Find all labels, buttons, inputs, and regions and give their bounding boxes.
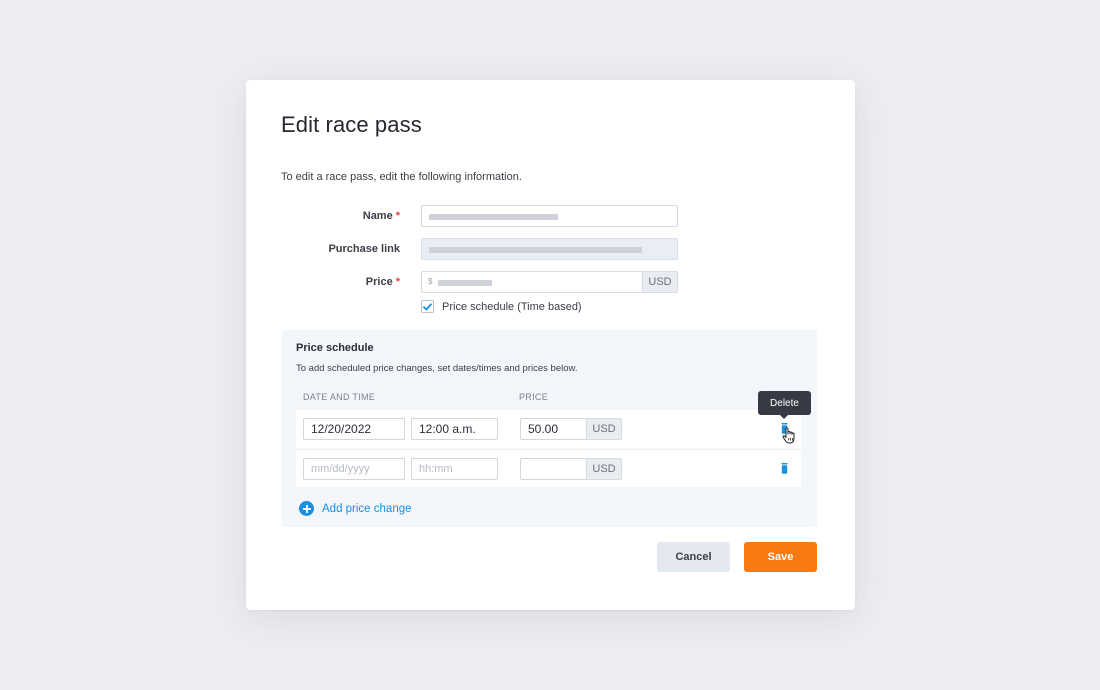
plus-circle-icon bbox=[299, 501, 314, 516]
dialog-intro: To edit a race pass, edit the following … bbox=[281, 171, 522, 183]
dialog-title: Edit race pass bbox=[281, 112, 422, 137]
currency-addon: USD bbox=[586, 418, 622, 440]
add-price-change-button[interactable]: Add price change bbox=[299, 501, 412, 516]
add-price-change-label: Add price change bbox=[322, 502, 412, 515]
trash-icon[interactable] bbox=[781, 463, 788, 474]
hand-cursor-icon bbox=[782, 427, 795, 444]
required-mark: * bbox=[395, 276, 400, 288]
purchase-link-input[interactable] bbox=[421, 238, 678, 260]
time-input[interactable]: hh:mm bbox=[411, 458, 498, 480]
edit-race-pass-dialog: Edit race pass To edit a race pass, edit… bbox=[246, 80, 855, 610]
price-input[interactable]: 50.00 USD bbox=[520, 418, 622, 440]
currency-addon: USD bbox=[586, 458, 622, 480]
currency-addon: USD bbox=[642, 271, 678, 293]
redacted-value bbox=[429, 247, 642, 253]
price-input[interactable]: $ USD bbox=[421, 271, 678, 293]
column-header-price: PRICE bbox=[519, 392, 549, 402]
price-input[interactable]: USD bbox=[520, 458, 622, 480]
redacted-value bbox=[438, 280, 492, 286]
schedule-description: To add scheduled price changes, set date… bbox=[296, 363, 578, 374]
schedule-row: 12/20/2022 12:00 a.m. 50.00 USD bbox=[296, 410, 801, 448]
schedule-title: Price schedule bbox=[296, 342, 374, 354]
checkmark-icon bbox=[423, 302, 432, 310]
schedule-row: mm/dd/yyyy hh:mm USD bbox=[296, 449, 801, 487]
delete-tooltip: Delete bbox=[758, 391, 811, 419]
currency-symbol: $ bbox=[428, 277, 433, 286]
save-button[interactable]: Save bbox=[744, 542, 817, 572]
cancel-button[interactable]: Cancel bbox=[657, 542, 730, 572]
checkbox[interactable] bbox=[421, 300, 434, 313]
price-schedule-panel: Price schedule To add scheduled price ch… bbox=[282, 330, 817, 527]
redacted-value bbox=[429, 214, 558, 220]
purchase-link-label: Purchase link bbox=[328, 243, 400, 255]
price-label: Price * bbox=[365, 276, 400, 288]
checkbox-label: Price schedule (Time based) bbox=[442, 300, 582, 313]
date-input[interactable]: 12/20/2022 bbox=[303, 418, 405, 440]
column-header-date-time: DATE AND TIME bbox=[303, 392, 376, 402]
price-schedule-toggle[interactable]: Price schedule (Time based) bbox=[421, 300, 582, 313]
name-label: Name * bbox=[362, 210, 400, 222]
time-input[interactable]: 12:00 a.m. bbox=[411, 418, 498, 440]
required-mark: * bbox=[395, 210, 400, 222]
name-input[interactable] bbox=[421, 205, 678, 227]
date-input[interactable]: mm/dd/yyyy bbox=[303, 458, 405, 480]
